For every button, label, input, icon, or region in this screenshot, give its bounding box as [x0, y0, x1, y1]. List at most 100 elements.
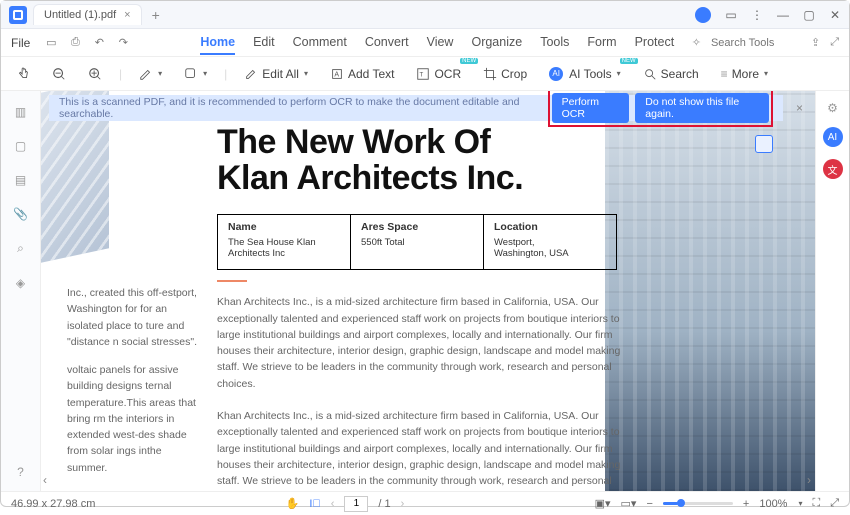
- pdf-page: The New Work Of Klan Architects Inc. Nam…: [41, 91, 815, 491]
- attachments-icon[interactable]: 📎: [13, 207, 28, 221]
- new-tab-button[interactable]: +: [152, 7, 160, 23]
- translate-icon[interactable]: 文: [823, 159, 843, 179]
- ocr-button[interactable]: TOCR: [411, 64, 466, 84]
- right-sidebar: ⚙ AI 文: [815, 91, 849, 491]
- ai-assistant-icon[interactable]: AI: [823, 127, 843, 147]
- cell-name: Name The Sea House Klan Architects Inc: [218, 215, 351, 269]
- search-tools-input[interactable]: [711, 37, 801, 49]
- svg-text:T: T: [420, 71, 424, 78]
- ai-tools-label: AI Tools: [569, 67, 611, 81]
- zoom-in-button[interactable]: [83, 64, 107, 84]
- tab-home[interactable]: Home: [200, 31, 235, 55]
- save-icon[interactable]: ▭: [44, 36, 58, 50]
- more-button[interactable]: ≡ More▾: [716, 64, 773, 84]
- left-text-1: Inc., created this off-estport, Washingt…: [67, 285, 201, 350]
- zoom-out-button[interactable]: [47, 64, 71, 84]
- banner-message: This is a scanned PDF, and it is recomme…: [59, 96, 538, 120]
- ocr-banner-actions: Perform OCR Do not show this file again.: [548, 91, 773, 127]
- status-bar: 46.99 x 27.98 cm ✋ I⃕ ‹ / 1 › ▣▾ ▭▾ − + …: [1, 491, 849, 515]
- cell-area-value: 550ft Total: [361, 237, 405, 248]
- ocr-banner: This is a scanned PDF, and it is recomme…: [49, 95, 783, 121]
- cell-name-value: The Sea House Klan Architects Inc: [228, 237, 316, 259]
- sparkle-icon[interactable]: ✧: [692, 36, 701, 49]
- layers-icon[interactable]: ◈: [16, 276, 25, 290]
- close-window-icon[interactable]: ✕: [829, 8, 841, 22]
- search-panel-icon[interactable]: ⌕: [17, 241, 24, 256]
- zoom-in-status-icon[interactable]: +: [743, 498, 749, 510]
- kebab-menu-icon[interactable]: ⋮: [751, 8, 763, 22]
- main-area: ▥ ▢ ▤ 📎 ⌕ ◈ ? This is a scanned PDF, and…: [1, 91, 849, 491]
- minimize-icon[interactable]: ―: [777, 8, 789, 22]
- document-tab[interactable]: Untitled (1).pdf ×: [33, 4, 142, 25]
- more-label: More: [732, 67, 759, 81]
- shape-tool[interactable]: ▾: [179, 64, 212, 84]
- search-button[interactable]: Search: [638, 64, 704, 84]
- help-icon[interactable]: ?: [17, 465, 24, 479]
- tab-convert[interactable]: Convert: [365, 31, 409, 55]
- tab-organize[interactable]: Organize: [471, 31, 522, 55]
- single-page-icon[interactable]: ▭▾: [621, 497, 637, 510]
- comments-list-icon[interactable]: ▤: [15, 173, 26, 187]
- headline-line1: The New Work Of: [217, 125, 787, 161]
- main-tabs: Home Edit Comment Convert View Organize …: [200, 31, 674, 55]
- prev-page-icon[interactable]: ‹: [331, 498, 335, 510]
- read-mode-icon[interactable]: ⛶: [812, 497, 820, 510]
- page-dimensions: 46.99 x 27.98 cm: [11, 498, 95, 510]
- thumbnails-icon[interactable]: ▥: [15, 105, 26, 119]
- perform-ocr-button[interactable]: Perform OCR: [552, 93, 630, 123]
- banner-close-icon[interactable]: ×: [796, 101, 803, 115]
- tab-view[interactable]: View: [427, 31, 454, 55]
- redo-icon[interactable]: ↷: [116, 36, 130, 50]
- titlebar: Untitled (1).pdf × + ▭ ⋮ ― ▢ ✕: [1, 1, 849, 29]
- ai-icon: AI: [549, 67, 563, 81]
- user-avatar-icon[interactable]: [695, 7, 711, 23]
- ai-tools-button[interactable]: AIAI Tools▾: [544, 64, 625, 84]
- settings-icon[interactable]: ⚙: [827, 101, 838, 115]
- left-column-text: Inc., created this off-estport, Washingt…: [67, 285, 201, 488]
- gift-icon[interactable]: ▭: [725, 8, 737, 22]
- crop-button[interactable]: Crop: [478, 64, 532, 84]
- scroll-left-icon[interactable]: ‹: [43, 473, 47, 487]
- ribbon-toolbar: | ▾ ▾ | Edit All▾ AAdd Text TOCR Crop AI…: [1, 57, 849, 91]
- paragraph-2: Khan Architects Inc., is a mid-sized arc…: [217, 408, 637, 489]
- upload-icon[interactable]: ⇪: [811, 36, 820, 49]
- tab-form[interactable]: Form: [587, 31, 616, 55]
- tab-protect[interactable]: Protect: [635, 31, 675, 55]
- zoom-slider[interactable]: [663, 502, 733, 505]
- left-text-2: voltaic panels for assive building desig…: [67, 362, 201, 476]
- next-page-icon[interactable]: ›: [401, 498, 405, 510]
- hand-tool[interactable]: [11, 64, 35, 84]
- fullscreen-icon[interactable]: ⤢: [830, 497, 839, 510]
- bookmarks-icon[interactable]: ▢: [15, 139, 26, 153]
- cell-loc-value1: Westport,: [494, 237, 534, 248]
- doc-headline: The New Work Of Klan Architects Inc.: [217, 125, 787, 196]
- select-mode-icon[interactable]: I⃕: [309, 498, 320, 510]
- close-tab-icon[interactable]: ×: [124, 9, 130, 21]
- fit-width-icon[interactable]: ▣▾: [595, 497, 611, 510]
- file-menu[interactable]: File: [11, 36, 30, 50]
- page-number-input[interactable]: [344, 496, 368, 512]
- tab-edit[interactable]: Edit: [253, 31, 275, 55]
- cell-loc-header: Location: [494, 221, 606, 233]
- maximize-icon[interactable]: ▢: [803, 8, 815, 22]
- highlight-tool[interactable]: ▾: [134, 64, 167, 84]
- edit-all-button[interactable]: Edit All▾: [239, 64, 313, 84]
- crop-label: Crop: [501, 67, 527, 81]
- hand-mode-icon[interactable]: ✋: [286, 497, 300, 510]
- app-logo-icon: [9, 6, 27, 24]
- edit-all-label: Edit All: [262, 67, 299, 81]
- dont-show-again-button[interactable]: Do not show this file again.: [635, 93, 769, 123]
- undo-icon[interactable]: ↶: [92, 36, 106, 50]
- print-icon[interactable]: ⎙: [68, 36, 82, 50]
- add-text-label: Add Text: [348, 67, 394, 81]
- tab-tools[interactable]: Tools: [540, 31, 569, 55]
- cell-name-header: Name: [228, 221, 340, 233]
- document-viewport[interactable]: This is a scanned PDF, and it is recomme…: [41, 91, 815, 491]
- tab-comment[interactable]: Comment: [293, 31, 347, 55]
- expand-icon[interactable]: ⤢: [830, 36, 839, 49]
- zoom-out-status-icon[interactable]: −: [646, 498, 652, 510]
- scroll-right-icon[interactable]: ›: [807, 473, 811, 487]
- add-text-button[interactable]: AAdd Text: [325, 64, 399, 84]
- headline-line2: Klan Architects Inc.: [217, 161, 787, 197]
- zoom-percent: 100%: [759, 498, 787, 510]
